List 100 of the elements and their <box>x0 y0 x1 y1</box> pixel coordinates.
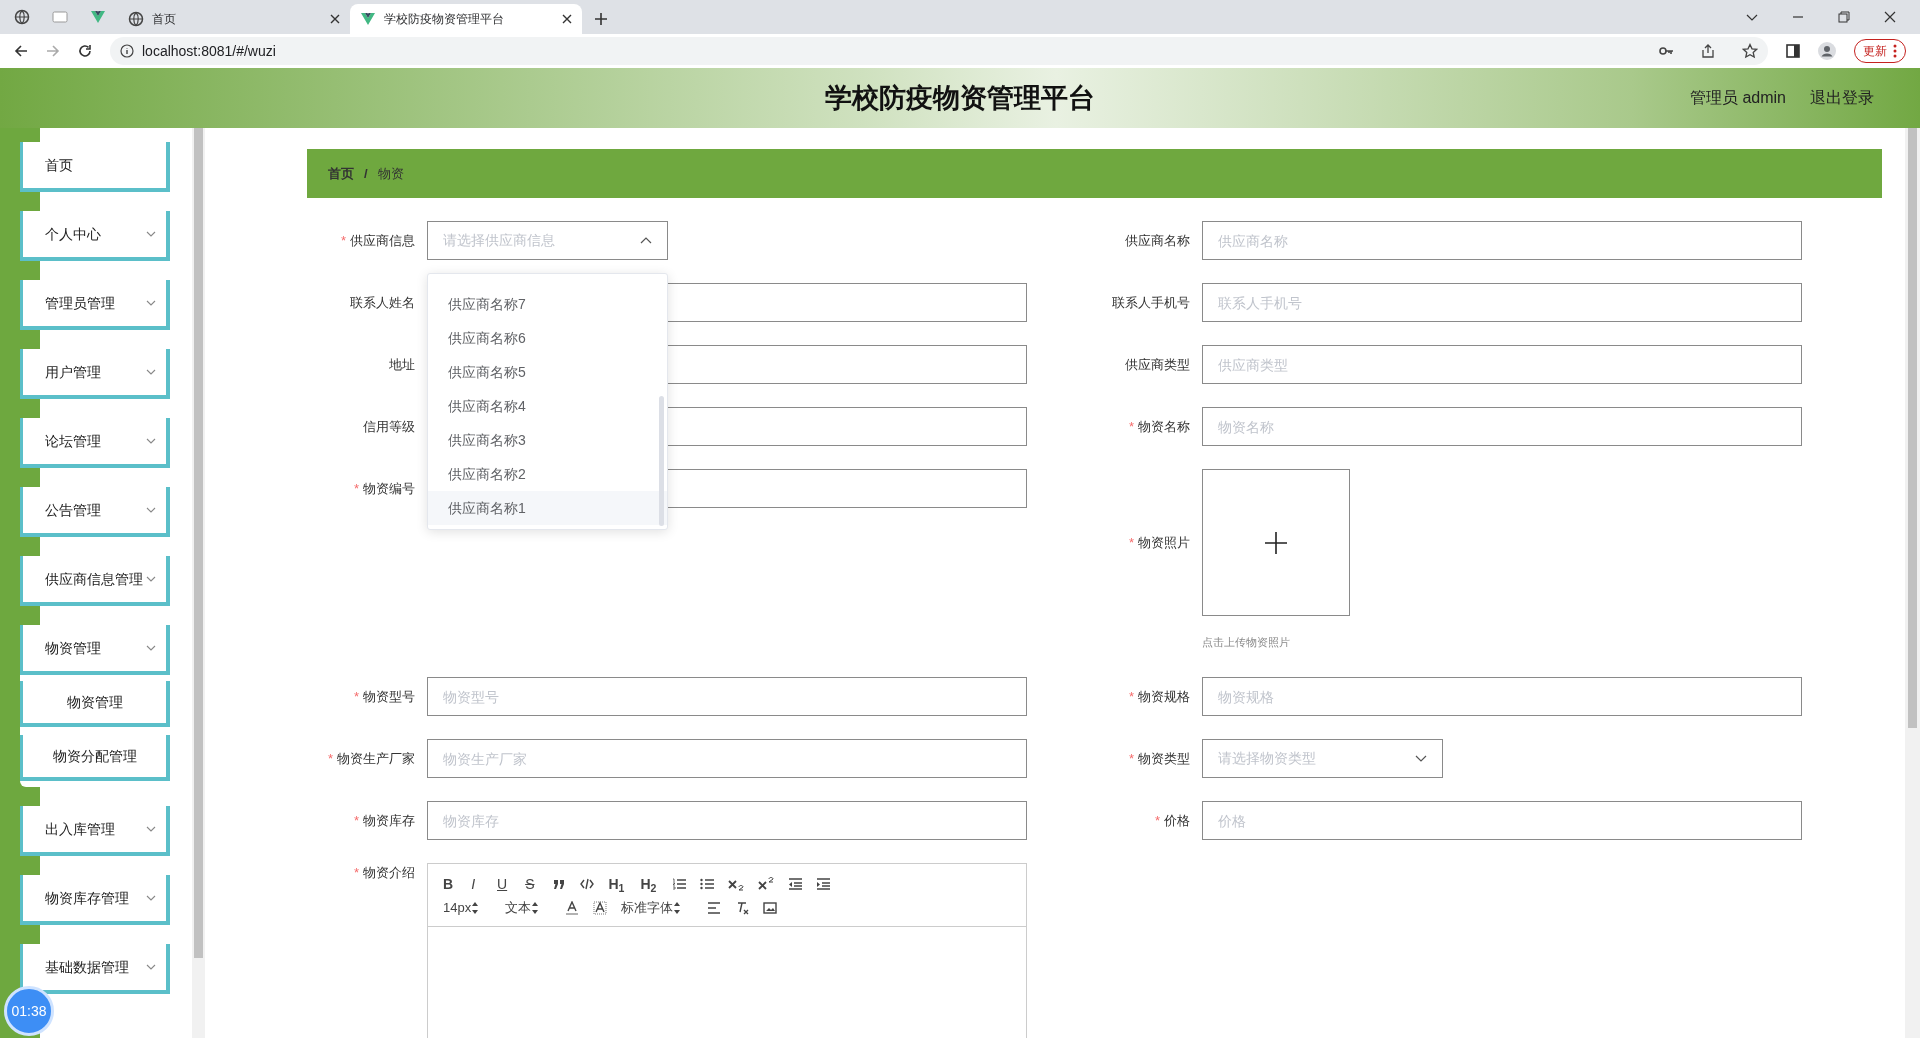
field-label: * 供应商信息 <box>339 231 416 250</box>
back-arrow-icon[interactable] <box>14 44 28 58</box>
field-label: * 物资规格 <box>1127 687 1191 706</box>
picker-dropdown[interactable]: 14px <box>443 898 480 918</box>
ordered-list-icon[interactable] <box>672 877 687 891</box>
breadcrumb-item[interactable]: 首页 <box>328 163 354 184</box>
chevron-down-icon <box>1415 755 1427 762</box>
format-button[interactable]: H$_{1}$ <box>608 874 625 894</box>
picker-dropdown[interactable]: 文本 <box>505 898 540 918</box>
field-label: 信用等级 <box>362 417 416 436</box>
indent-icon[interactable] <box>816 877 831 891</box>
menu-item[interactable]: 论坛管理 <box>20 418 170 468</box>
browser-tab[interactable]: 学校防疫物资管理平台 <box>350 4 582 34</box>
field-label: * 物资库存 <box>352 811 416 830</box>
rich-text-editor[interactable]: B I U S H$_{1}$ H$_{2}$ 14px 文本 标准字体 <box>427 863 1027 1038</box>
chevron-down-icon <box>146 576 156 582</box>
address-bar[interactable]: localhost:8081/#/wuzi <box>110 37 1768 65</box>
field-label: * 物资生产厂家 <box>326 749 416 768</box>
globe-icon <box>128 11 144 27</box>
separator: / <box>364 164 368 183</box>
scrollbar-thumb[interactable] <box>194 128 203 958</box>
close-icon[interactable] <box>330 14 340 24</box>
menu-item[interactable]: 出入库管理 <box>20 806 170 856</box>
field-label: * 价格 <box>1153 811 1191 830</box>
scrollbar-thumb[interactable] <box>1908 128 1917 728</box>
restore-icon[interactable] <box>1838 11 1850 23</box>
browser-tab[interactable]: 首页 <box>118 4 350 34</box>
dropdown-option[interactable]: 供应商名称1 <box>428 491 667 525</box>
text-field[interactable]: 价格 <box>1202 801 1802 840</box>
more-icon <box>1893 44 1897 58</box>
text-field[interactable]: 物资规格 <box>1202 677 1802 716</box>
field-label: * 物资名称 <box>1127 417 1191 436</box>
text-field[interactable]: 物资名称 <box>1202 407 1802 446</box>
dropdown-option[interactable]: 供应商名称6 <box>428 321 667 355</box>
dropdown-option[interactable]: 供应商名称4 <box>428 389 667 423</box>
submenu-item[interactable]: 物资管理 <box>20 681 170 727</box>
text-field[interactable]: 联系人手机号 <box>1202 283 1802 322</box>
dropdown-option[interactable]: 供应商名称2 <box>428 457 667 491</box>
breadcrumb-item[interactable]: 物资 <box>377 163 404 184</box>
field-label: 供应商类型 <box>1124 355 1191 374</box>
text-field[interactable]: 物资库存 <box>427 801 1027 840</box>
format-button[interactable]: S <box>525 874 535 894</box>
side-panel-icon[interactable] <box>1786 44 1800 58</box>
field-label: 供应商名称 <box>1124 231 1191 250</box>
dropdown-option[interactable]: 供应商名称7 <box>428 287 667 321</box>
scrollbar-thumb[interactable] <box>659 396 664 526</box>
format-button[interactable]: B <box>443 874 454 894</box>
up-down-icon <box>673 901 682 915</box>
outdent-icon[interactable] <box>788 877 803 891</box>
menu-item[interactable]: 物资库存管理 <box>20 875 170 925</box>
menu-item[interactable]: 供应商信息管理 <box>20 556 170 606</box>
text-field[interactable]: 供应商类型 <box>1202 345 1802 384</box>
format-button[interactable]: U <box>497 874 508 894</box>
globe-icon[interactable] <box>14 9 30 25</box>
code-icon[interactable] <box>580 877 595 891</box>
dropdown-option[interactable]: 供应商名称3 <box>428 423 667 457</box>
format-button[interactable]: H$_{2}$ <box>640 874 657 894</box>
menu-item[interactable]: 基础数据管理 <box>20 944 170 994</box>
text-color-icon[interactable] <box>565 901 580 915</box>
profile-icon[interactable] <box>1818 42 1836 60</box>
vue-logo-icon[interactable] <box>90 9 106 25</box>
logout-link[interactable]: 退出登录 <box>1810 86 1874 110</box>
field-label: * 物资介绍 <box>352 864 416 882</box>
submenu-item[interactable]: 物资分配管理 <box>20 735 170 781</box>
menu-item[interactable]: 管理员管理 <box>20 280 170 330</box>
field-label: * 物资型号 <box>352 687 416 706</box>
menu-item[interactable]: 物资管理 <box>20 625 170 675</box>
chevron-up-icon <box>640 237 652 244</box>
menu-item[interactable]: 公告管理 <box>20 487 170 537</box>
picker-dropdown[interactable]: 标准字体 <box>621 898 682 918</box>
align-icon[interactable] <box>707 901 722 915</box>
field-label: 联系人姓名 <box>349 293 416 312</box>
upload-box[interactable] <box>1202 469 1350 616</box>
menu-item[interactable]: 首页 <box>20 142 170 192</box>
star-icon[interactable] <box>1742 43 1758 59</box>
text-field[interactable]: 物资型号 <box>427 677 1027 716</box>
dropdown-option[interactable]: 供应商名称5 <box>428 355 667 389</box>
reload-icon[interactable] <box>78 44 92 58</box>
new-tab-icon[interactable] <box>594 12 608 26</box>
vue-logo-icon <box>360 11 376 27</box>
text-field[interactable]: 物资生产厂家 <box>427 739 1027 778</box>
menu-item[interactable]: 用户管理 <box>20 349 170 399</box>
text-field[interactable]: 供应商名称 <box>1202 221 1802 260</box>
highlight-color-icon[interactable] <box>593 901 608 915</box>
menu-item[interactable]: 个人中心 <box>20 211 170 261</box>
chevron-down-icon <box>146 964 156 970</box>
close-icon[interactable] <box>562 14 572 24</box>
quote-icon[interactable] <box>552 877 567 891</box>
share-icon[interactable] <box>1700 43 1716 59</box>
chevron-down-icon <box>146 507 156 513</box>
format-button[interactable]: I <box>471 874 475 894</box>
close-icon[interactable] <box>1884 11 1896 23</box>
info-icon <box>120 44 134 58</box>
clear-format-icon[interactable] <box>735 901 750 915</box>
chevron-down-icon <box>146 895 156 901</box>
image-icon[interactable] <box>763 901 778 915</box>
superscript-icon[interactable] <box>758 877 775 891</box>
bullet-list-icon[interactable] <box>700 877 715 891</box>
subscript-icon[interactable] <box>728 877 745 891</box>
chevron-down-icon <box>146 826 156 832</box>
